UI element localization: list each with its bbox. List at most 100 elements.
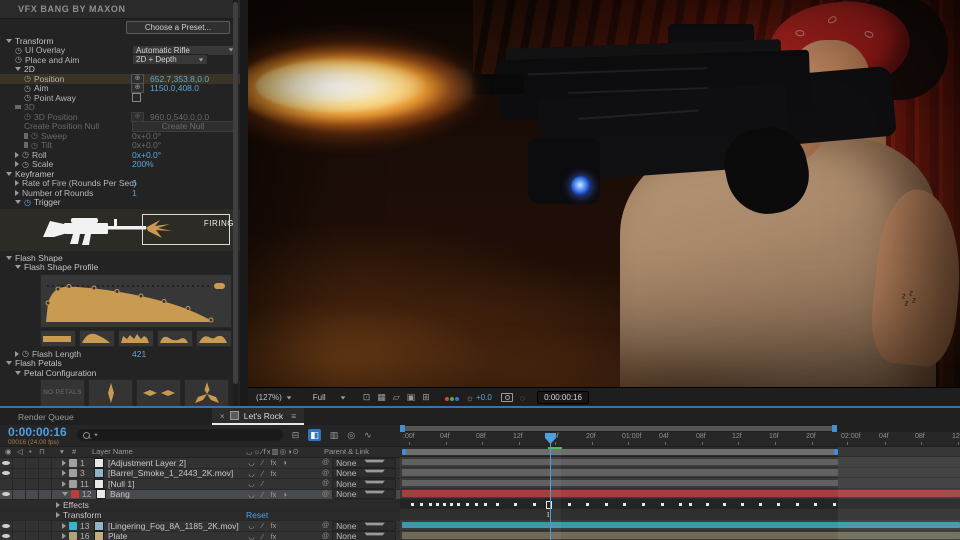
chevron-right-icon[interactable] (62, 481, 66, 487)
solo-toggle[interactable] (26, 479, 39, 489)
pixel-aspect-icon[interactable]: ⊞ (422, 392, 430, 403)
parent-dropdown[interactable]: None (332, 458, 396, 468)
keyframe-icon[interactable] (605, 503, 608, 506)
switch-shy[interactable]: ◡ (246, 490, 257, 499)
audio-toggle[interactable] (13, 469, 26, 479)
switch-fx[interactable]: fx (268, 469, 279, 478)
stopwatch-icon[interactable]: ◷ (22, 349, 29, 358)
switch-fx[interactable] (268, 479, 279, 488)
keyframe-icon[interactable] (450, 503, 453, 506)
navigator-start-handle[interactable] (400, 425, 405, 432)
chevron-right-icon[interactable] (15, 161, 19, 167)
work-area-start-handle[interactable] (402, 449, 406, 455)
lock-toggle[interactable] (39, 490, 52, 500)
lock-toggle[interactable] (39, 521, 52, 531)
tab-comp-lets-rock[interactable]: × Let's Rock ≡ (212, 408, 304, 425)
pick-point-icon[interactable]: ⊕ (131, 74, 144, 84)
trigger-firing-graphic[interactable]: FIRING (0, 209, 240, 251)
chevron-right-icon[interactable] (24, 133, 28, 139)
group-3d[interactable]: 3D (0, 103, 240, 113)
keyframe-icon[interactable] (723, 503, 726, 506)
audio-column-icon[interactable]: ◁ (17, 447, 23, 457)
audio-toggle[interactable] (13, 458, 26, 468)
pickwhip-icon[interactable]: @ (322, 533, 329, 540)
stopwatch-icon[interactable]: ◷ (31, 141, 38, 150)
keyframe-icon[interactable] (661, 503, 664, 506)
audio-toggle[interactable] (13, 479, 26, 489)
pick-point-icon[interactable]: ⊕ (131, 83, 144, 93)
profile-preset-flat[interactable] (40, 330, 76, 347)
chevron-right-icon[interactable] (62, 470, 66, 476)
keyframe-icon[interactable] (466, 503, 469, 506)
solo-toggle[interactable] (26, 490, 39, 500)
chevron-down-icon[interactable] (6, 361, 12, 365)
switch-quality[interactable]: ∕ (257, 458, 268, 467)
layer-duration-bar[interactable] (402, 490, 960, 497)
audio-toggle[interactable] (13, 521, 26, 531)
property-rate-of-fire-rounds-per-sec[interactable]: Rate of Fire (Rounds Per Sec)6 (0, 179, 240, 189)
switch-fx[interactable]: fx (268, 490, 279, 499)
property-create-position-null[interactable]: Create Position NullCreate Null (0, 122, 240, 132)
composition-mini-flowchart-icon[interactable]: ⊟ (292, 429, 300, 441)
switch-shy[interactable]: ◡ (246, 532, 257, 540)
stopwatch-icon[interactable]: ◷ (22, 160, 29, 169)
keyframe-icon[interactable] (796, 503, 799, 506)
switch-adjustment[interactable]: ◑ (279, 458, 290, 467)
menu-icon[interactable]: ≡ (291, 411, 296, 421)
property-value[interactable]: 0x+0.0° (132, 131, 161, 141)
keyframe-icon[interactable] (814, 503, 817, 506)
chevron-down-icon[interactable] (15, 200, 21, 204)
group-flash-shape[interactable]: Flash Shape (0, 253, 240, 263)
label-color-chip[interactable] (69, 532, 77, 540)
keyframe-icon[interactable] (436, 503, 439, 506)
track-barrel-smoke-1-2443-2k-mov[interactable] (400, 468, 960, 479)
solo-toggle[interactable] (26, 521, 39, 531)
time-navigator[interactable] (400, 425, 960, 432)
chevron-down-icon[interactable] (6, 39, 12, 43)
label-color-chip[interactable] (69, 480, 77, 488)
lock-column-icon[interactable]: ⊓ (39, 447, 45, 457)
chevron-right-icon[interactable] (62, 533, 66, 539)
transparency-grid-icon[interactable]: ▦ (377, 392, 386, 403)
lock-toggle[interactable] (39, 469, 52, 479)
group-2d[interactable]: 2D (0, 65, 240, 75)
track-effects[interactable] (400, 499, 960, 510)
switch-adjustment[interactable]: ◑ (279, 490, 290, 499)
video-toggle[interactable] (0, 458, 13, 468)
parent-dropdown[interactable]: None (332, 521, 396, 531)
layer-child-row-effects[interactable]: Effects (0, 500, 400, 511)
property-value[interactable]: 6 (132, 178, 137, 188)
keyframe-icon[interactable] (568, 503, 571, 506)
switch-adjustment[interactable] (279, 532, 290, 540)
layer-duration-bar[interactable] (402, 469, 838, 476)
work-area-end-handle[interactable] (834, 449, 838, 455)
label-color-chip[interactable] (71, 490, 79, 498)
keyframe-icon[interactable] (759, 503, 762, 506)
keyframe-icon[interactable] (533, 503, 536, 506)
chevron-right-icon[interactable] (15, 190, 19, 196)
mask-visibility-icon[interactable]: ▱ (393, 392, 400, 403)
switch-fx[interactable]: fx (268, 458, 279, 467)
keyframe-icon[interactable] (420, 503, 423, 506)
layer-row-barrel-smoke-1-2443-2k-mov[interactable]: 3[Barrel_Smoke_1_2443_2K.mov]◡∕fx@None (0, 469, 400, 480)
video-toggle[interactable] (0, 469, 13, 479)
profile-preset-jagged[interactable] (118, 330, 154, 347)
property-aim[interactable]: ◷Aim⊕1150.0,408.0 (0, 84, 240, 94)
switch-quality[interactable]: ∕ (257, 490, 268, 499)
chevron-right-icon[interactable] (56, 502, 60, 508)
layer-child-row-transform[interactable]: TransformReset (0, 511, 400, 522)
viewer-timecode[interactable]: 0:00:00:16 (537, 391, 589, 404)
label-color-chip[interactable] (69, 522, 77, 530)
video-toggle[interactable] (0, 532, 13, 540)
property-roll[interactable]: ◷Roll0x+0.0° (0, 150, 240, 160)
keyframe-icon[interactable] (457, 503, 460, 506)
stopwatch-icon[interactable]: ◷ (24, 93, 31, 102)
property-number-of-rounds[interactable]: Number of Rounds1 (0, 188, 240, 198)
petal-preset-none[interactable]: NO PETALS (40, 379, 85, 407)
playhead-line[interactable] (550, 438, 551, 540)
keyframe-icon[interactable] (586, 503, 589, 506)
parent-dropdown[interactable]: None (332, 531, 396, 540)
chevron-down-icon[interactable] (15, 67, 21, 71)
navigator-end-handle[interactable] (832, 425, 837, 432)
stopwatch-icon[interactable]: ◷ (24, 112, 31, 121)
